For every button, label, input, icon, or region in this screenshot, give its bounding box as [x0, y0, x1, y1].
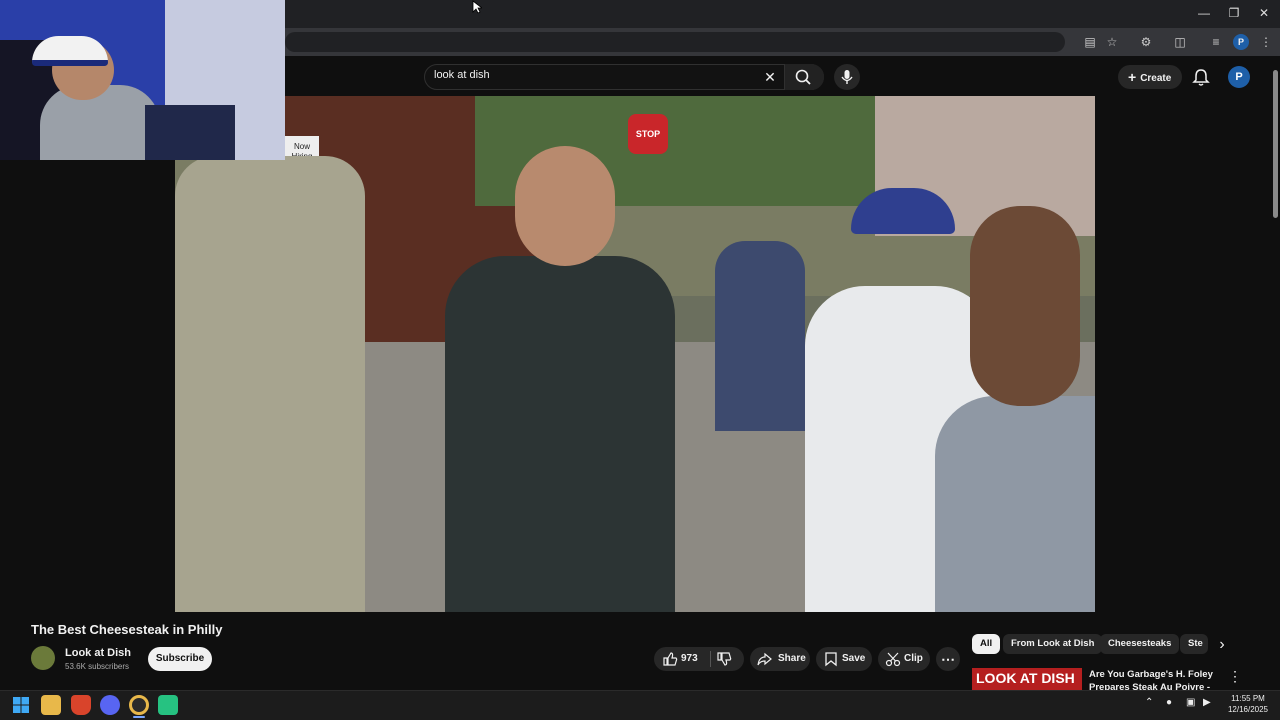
subscriber-count: 53.6K subscribers — [65, 662, 130, 671]
subscribe-button[interactable]: Subscribe — [148, 647, 212, 671]
media-control-icon[interactable]: ≡ — [1206, 33, 1226, 51]
clip-label: Clip — [904, 653, 923, 664]
channel-avatar[interactable] — [31, 646, 55, 670]
install-app-icon[interactable]: ▤ — [1080, 33, 1100, 51]
chevron-right-icon[interactable]: › — [1214, 636, 1230, 654]
extensions-icon[interactable]: ⚙ — [1136, 33, 1156, 51]
video-person-right-head — [970, 206, 1080, 406]
more-actions-icon[interactable]: ⋯ — [936, 647, 960, 671]
video-player[interactable]: Now Hiring STOP — [175, 96, 1095, 612]
notifications-bell-icon[interactable] — [1190, 66, 1212, 88]
mouse-cursor-icon — [472, 0, 482, 14]
microphone-icon — [841, 70, 853, 84]
brave-browser-icon[interactable] — [71, 695, 91, 715]
like-count[interactable]: 973 — [681, 647, 698, 671]
save-label: Save — [842, 653, 866, 664]
channel-name[interactable]: Look at Dish — [65, 647, 131, 659]
webcam-person-hoodie — [40, 85, 160, 160]
save-playlist-icon — [825, 652, 837, 667]
chip-partial[interactable]: Ste — [1180, 634, 1208, 654]
webcam-overlay — [0, 0, 285, 160]
restore-icon[interactable]: ❐ — [1220, 4, 1248, 22]
like-dislike-group: 973 — [654, 647, 744, 671]
thumbnail-text: LOOK AT DISH — [976, 670, 1075, 686]
scrollbar-thumb[interactable] — [1273, 70, 1278, 218]
split-view-icon[interactable]: ◫ — [1170, 33, 1190, 51]
clock-time: 11:55 PM — [1231, 694, 1265, 703]
network-icon[interactable]: ▣ — [1186, 697, 1195, 708]
microphone-tray-icon[interactable]: ● — [1166, 697, 1172, 708]
account-avatar[interactable]: P — [1228, 66, 1250, 88]
video-person-right — [935, 396, 1095, 612]
discord-icon[interactable] — [100, 695, 120, 715]
suggested-video-title[interactable]: Are You Garbage's H. Foley Prepares Stea… — [1089, 668, 1219, 690]
windows-taskbar — [0, 690, 1280, 720]
volume-icon[interactable]: ▶ — [1203, 697, 1211, 708]
chip-from-channel[interactable]: From Look at Dish — [1003, 634, 1103, 654]
chip-cheesesteaks[interactable]: Cheesesteaks — [1100, 634, 1180, 654]
browser-menu-icon[interactable]: ⋮ — [1256, 33, 1276, 51]
video-person-blue-shirt — [715, 241, 805, 431]
video-title: The Best Cheesesteak in Philly — [31, 622, 223, 637]
clip-button[interactable]: Clip — [878, 647, 930, 671]
video-person-center-head — [515, 146, 615, 266]
plus-icon: + — [1128, 69, 1137, 85]
share-icon — [757, 652, 772, 666]
thumbs-down-icon[interactable] — [716, 651, 732, 667]
app-icon[interactable] — [158, 695, 178, 715]
tray-chevron-up-icon[interactable]: ⌃ — [1145, 697, 1153, 708]
voice-search-button[interactable] — [834, 64, 860, 90]
thumbs-up-icon[interactable] — [662, 651, 678, 667]
chrome-icon[interactable] — [129, 695, 149, 715]
bookmark-star-icon[interactable]: ☆ — [1102, 33, 1122, 51]
close-window-icon[interactable]: ✕ — [1250, 4, 1278, 22]
share-label: Share — [778, 653, 806, 664]
save-button[interactable]: Save — [816, 647, 872, 671]
windows-start-icon[interactable] — [12, 696, 30, 714]
webcam-flag-chair — [145, 105, 235, 160]
address-bar[interactable] — [285, 32, 1065, 52]
search-icon — [795, 69, 811, 85]
suggested-video-thumbnail[interactable]: LOOK AT DISH — [972, 668, 1082, 690]
search-button[interactable] — [784, 64, 824, 90]
chip-all[interactable]: All — [972, 634, 1001, 654]
webcam-cap — [32, 36, 108, 66]
clock-date: 12/16/2025 — [1227, 705, 1269, 714]
video-person-left — [175, 156, 365, 612]
clear-search-icon[interactable]: ✕ — [762, 68, 778, 86]
taskbar-clock[interactable]: 11:55 PM 12/16/2025 — [1220, 693, 1276, 715]
share-button[interactable]: Share — [750, 647, 810, 671]
browser-profile-avatar[interactable]: P — [1233, 34, 1249, 50]
active-app-indicator — [133, 716, 145, 718]
create-button[interactable]: + Create — [1118, 65, 1182, 89]
video-person-center — [445, 256, 675, 612]
search-query-text[interactable]: look at dish — [434, 69, 490, 81]
like-divider — [710, 651, 711, 667]
stop-sign: STOP — [628, 114, 668, 154]
page-scrollbar[interactable] — [1270, 60, 1280, 690]
file-explorer-icon[interactable] — [41, 695, 61, 715]
minimize-icon[interactable]: — — [1190, 4, 1218, 22]
scissors-icon — [885, 652, 901, 667]
kebab-menu-icon[interactable]: ⋮ — [1228, 668, 1242, 684]
create-label: Create — [1140, 73, 1172, 84]
